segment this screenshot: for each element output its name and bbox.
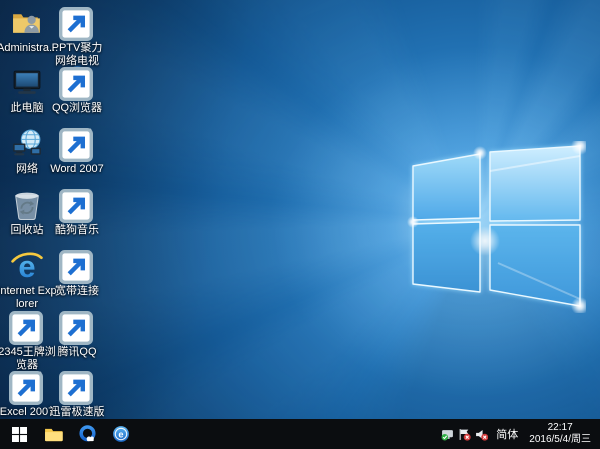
word-2007-icon: W (60, 127, 94, 161)
windows-logo-wallpaper (406, 141, 586, 313)
desktop-icon-label: 酷狗音乐 (47, 224, 107, 237)
qq-browser-icon (60, 66, 94, 100)
taskbar-clock[interactable]: 22:17 2016/5/4/周三 (524, 419, 596, 449)
shortcut-arrow-icon (9, 311, 43, 345)
clock-date: 2016/5/4/周三 (529, 434, 591, 446)
system-tray: 简体 22:17 2016/5/4/周三 (439, 419, 600, 449)
qq-browser-taskbar-button[interactable] (70, 419, 104, 449)
desktop-icon-recycle-bin[interactable]: 回收站 (1, 188, 53, 237)
pptv-icon (60, 6, 94, 40)
desktop-icon-label: 腾讯QQ (47, 346, 107, 359)
desktop-icon-thunder[interactable]: 迅雷极速版 (51, 370, 103, 419)
2345-explorer-icon: e (10, 310, 44, 344)
desktop-icon-label: 迅雷极速版 (47, 406, 107, 419)
administrator-folder-icon (10, 6, 44, 40)
desktop-icon-internet-explorer[interactable]: e Internet Explorer (1, 249, 53, 310)
shortcut-arrow-icon (59, 250, 93, 284)
svg-text:e: e (118, 430, 123, 440)
folder-icon (44, 427, 63, 442)
desktop-icon-kugou-music[interactable]: K 酷狗音乐 (51, 188, 103, 237)
this-pc-icon (10, 66, 44, 100)
shortcut-arrow-icon (59, 7, 93, 41)
recycle-bin-icon (10, 188, 44, 222)
qq-ring-cloud-icon (78, 425, 97, 444)
desktop-icon-broadband[interactable]: 宽带连接 (51, 249, 103, 298)
action-center-alert-icon[interactable] (456, 419, 473, 449)
windows-desktop: Administra... 此电脑 (0, 0, 600, 449)
kugou-music-icon: K (60, 188, 94, 222)
desktop-icon-tencent-qq[interactable]: 腾讯QQ (51, 310, 103, 359)
clock-time: 22:17 (529, 422, 591, 434)
volume-muted-icon[interactable] (473, 419, 490, 449)
desktop-icon-administrator[interactable]: Administra... (1, 6, 53, 55)
tencent-qq-icon (60, 310, 94, 344)
desktop-icon-word-2007[interactable]: W Word 2007 (51, 127, 103, 176)
file-explorer-taskbar-button[interactable] (36, 419, 70, 449)
excel-2007-icon: X (10, 370, 44, 404)
shortcut-arrow-icon (59, 128, 93, 162)
desktop-icon-label: Word 2007 (47, 163, 107, 176)
taskbar-left: e (0, 419, 138, 449)
desktop-icon-qq-browser[interactable]: QQ浏览器 (51, 66, 103, 115)
shortcut-arrow-icon (59, 371, 93, 405)
internet-explorer-icon: e (10, 249, 44, 283)
blue-e-globe-icon: e (112, 425, 130, 443)
shortcut-arrow-icon (59, 189, 93, 223)
desktop-icon-label: QQ浏览器 (47, 102, 107, 115)
start-button[interactable] (2, 419, 36, 449)
network-icon (10, 127, 44, 161)
2345-explorer-taskbar-button[interactable]: e (104, 419, 138, 449)
shortcut-arrow-icon (59, 311, 93, 345)
thunder-speed-icon (60, 370, 94, 404)
desktop-icon-2345-explorer[interactable]: e 2345王牌浏览器 (1, 310, 53, 371)
desktop-icon-label: 宽带连接 (47, 285, 107, 298)
desktop-icon-label: PPTV聚力 网络电视 (47, 42, 107, 67)
desktop-icon-network[interactable]: 网络 (1, 127, 53, 176)
desktop-icon-this-pc[interactable]: 此电脑 (1, 66, 53, 115)
windows-logo-icon (12, 427, 27, 442)
taskbar: e (0, 419, 600, 449)
desktop-icon-pptv[interactable]: PPTV聚力 网络电视 (51, 6, 103, 67)
shortcut-arrow-icon (59, 67, 93, 101)
broadband-connection-icon (60, 249, 94, 283)
input-method-indicator[interactable]: 简体 (490, 419, 524, 449)
hardware-ok-icon[interactable] (439, 419, 456, 449)
shortcut-arrow-icon (9, 371, 43, 405)
desktop-icon-excel-2007[interactable]: X Excel 2007 (1, 370, 53, 419)
